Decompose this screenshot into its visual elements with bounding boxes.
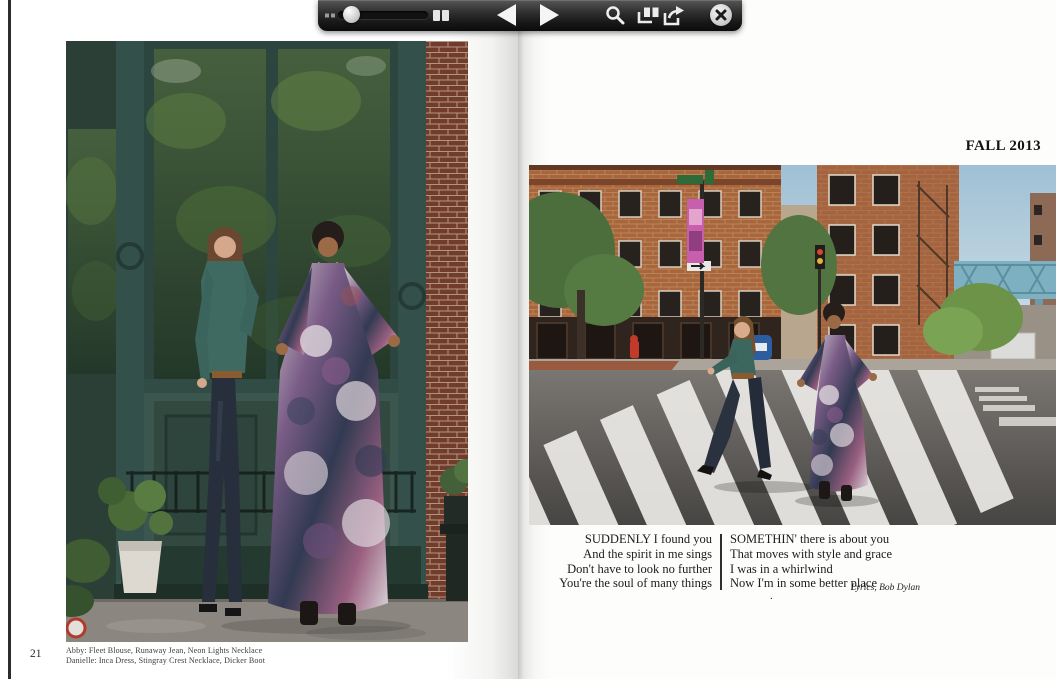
poem-line: SOMETHIN' there is about you [730,532,890,546]
right-photo[interactable] [503,165,1056,525]
prev-page-button[interactable] [497,4,516,26]
lyrics-attribution: Lyrics, Bob Dylan [850,583,920,593]
poem-line: That moves with style and grace [730,546,893,561]
left-photo-illustration [50,41,478,642]
search-icon[interactable] [605,5,625,25]
poem-line: And the spirit in me sings [583,546,712,561]
left-photo[interactable] [50,41,478,642]
share-icon[interactable] [663,5,687,26]
zoom-in-icon[interactable] [433,9,450,22]
caption-line-2: Danielle: Inca Dress, Stingray Crest Nec… [66,655,266,665]
poem-divider [720,534,722,590]
poem-line: SUDDENLY I found you [584,532,712,546]
caption-line-1: Abby: Fleet Blouse, Runaway Jean, Neon L… [66,646,263,655]
season-header: FALL 2013 [965,138,1041,154]
footnote-dot: . [770,590,773,602]
spread-view-icon[interactable] [637,6,660,24]
zoom-out-icon[interactable] [325,12,336,19]
poem-left-column: SUDDENLY I found you And the spirit in m… [548,532,712,591]
page-number: 21 [30,648,42,660]
outfit-caption: Abby: Fleet Blouse, Runaway Jean, Neon L… [66,646,265,665]
right-page[interactable]: FALL 2013 SUDDENLY I found you And the s… [503,0,1056,679]
left-page[interactable]: Abby: Fleet Blouse, Runaway Jean, Neon L… [11,0,518,679]
right-photo-illustration [503,165,1056,525]
poem-line: Don't have to look no further [567,561,712,576]
next-page-button[interactable] [540,4,559,26]
close-button[interactable] [710,4,732,26]
close-x-icon [715,9,727,21]
magazine-viewer: Abby: Fleet Blouse, Runaway Jean, Neon L… [0,0,1056,679]
viewer-toolbar [318,0,742,31]
poem-line: I was in a whirlwind [730,561,833,576]
poem-line: You're the soul of many things [559,576,712,591]
zoom-slider-knob[interactable] [343,6,360,23]
